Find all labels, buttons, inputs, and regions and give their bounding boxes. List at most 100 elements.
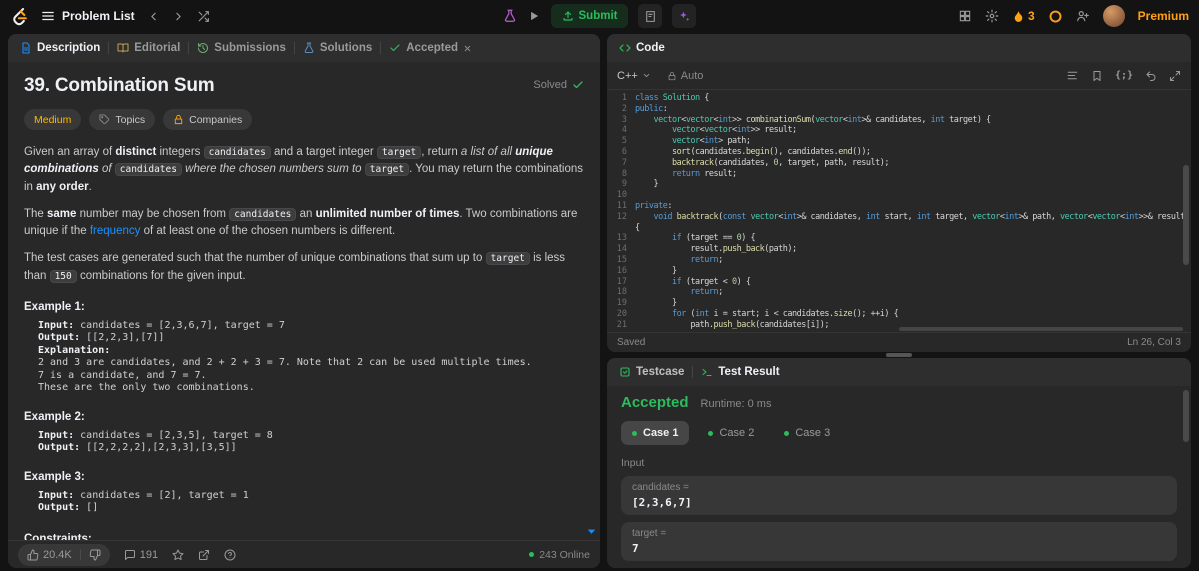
- fullscreen-icon[interactable]: [1169, 70, 1181, 82]
- code-line[interactable]: {: [607, 223, 1191, 234]
- code-line[interactable]: 4 vector<vector<int>> result;: [607, 125, 1191, 136]
- topics-badge[interactable]: Topics: [89, 109, 156, 130]
- code-line[interactable]: 1 class Solution {: [607, 93, 1191, 104]
- editor-vertical-scrollbar[interactable]: [1183, 165, 1189, 265]
- star-icon: [172, 549, 184, 560]
- code-editor[interactable]: 1 class Solution {2 public: 3 vector<vector…: [607, 90, 1191, 332]
- user-avatar[interactable]: [1102, 5, 1125, 27]
- streak-count: 3: [1027, 9, 1035, 23]
- bookmark-icon[interactable]: [1091, 70, 1103, 82]
- tab-solutions[interactable]: Solutions: [303, 42, 372, 54]
- code-line[interactable]: 17 if (target < 0) {: [607, 277, 1191, 288]
- auto-toggle[interactable]: Auto: [667, 70, 703, 82]
- code-line[interactable]: 20 for (int i = start; i < candidates.si…: [607, 309, 1191, 320]
- scroll-down-indicator[interactable]: [586, 526, 597, 537]
- ai-assistant-button[interactable]: [672, 4, 697, 28]
- settings-button[interactable]: [985, 9, 999, 23]
- field-value: [2,3,6,7]: [632, 496, 692, 509]
- layout-button[interactable]: [958, 9, 972, 23]
- run-button[interactable]: [527, 9, 541, 23]
- inline-code-chip: candidates: [114, 163, 182, 177]
- code-line[interactable]: 7 backtrack(candidates, 0, target, path,…: [607, 158, 1191, 169]
- code-line[interactable]: 2 public:: [607, 104, 1191, 115]
- code-line[interactable]: 5 vector<int> path;: [607, 136, 1191, 147]
- text-span: Input:: [38, 429, 81, 441]
- share-button[interactable]: [198, 549, 210, 561]
- code-line[interactable]: 15 return;: [607, 255, 1191, 266]
- code-line[interactable]: 3 vector<vector<int>> combinationSum(vec…: [607, 115, 1191, 126]
- example-block: Input: candidates = [2], target = 1 Outpu…: [24, 490, 584, 515]
- notes-button[interactable]: [638, 4, 663, 28]
- next-problem-button[interactable]: [172, 10, 185, 23]
- code-line[interactable]: 16 }: [607, 266, 1191, 277]
- line-number: 14: [616, 244, 627, 255]
- close-tab-icon[interactable]: [463, 44, 472, 53]
- tab-test-result[interactable]: Test Result: [701, 366, 780, 378]
- dislike-button[interactable]: [89, 549, 101, 561]
- topbar-right: 3 Premium: [958, 5, 1189, 27]
- tab-code[interactable]: Code: [619, 42, 665, 54]
- code-line[interactable]: 11 private:: [607, 201, 1191, 212]
- code-line[interactable]: 12 void backtrack(const vector<int>& can…: [607, 212, 1191, 223]
- thumbs-down-icon: [89, 549, 101, 560]
- invite-button[interactable]: [1076, 9, 1090, 23]
- code-line[interactable]: 18 return;: [607, 287, 1191, 298]
- inline-code-chip: 150: [49, 269, 77, 283]
- chevron-left-icon: [150, 12, 156, 20]
- testcase-field[interactable]: target = 7: [621, 522, 1177, 561]
- reset-code-icon[interactable]: [1145, 70, 1157, 82]
- leetcode-logo[interactable]: [10, 7, 29, 26]
- tab-accepted[interactable]: Accepted: [389, 42, 472, 54]
- tab-submissions[interactable]: Submissions: [197, 42, 286, 54]
- timer-button[interactable]: [1048, 9, 1063, 24]
- like-count: 20.4K: [43, 548, 72, 561]
- premium-link[interactable]: Premium: [1138, 9, 1189, 23]
- code-line[interactable]: 13 if (target == 0) {: [607, 233, 1191, 244]
- code-line[interactable]: 6 sort(candidates.begin(), candidates.en…: [607, 147, 1191, 158]
- chevron-right-icon: [175, 12, 181, 20]
- help-button[interactable]: [224, 549, 236, 561]
- like-button[interactable]: 20.4K: [27, 549, 72, 561]
- problem-list-button[interactable]: Problem List: [41, 9, 135, 23]
- lock-icon: [174, 114, 183, 125]
- debug-button[interactable]: [503, 9, 517, 23]
- tab-description[interactable]: Description: [20, 42, 100, 54]
- language-selector[interactable]: C++: [617, 70, 651, 82]
- braces-icon[interactable]: {;}: [1115, 70, 1133, 81]
- shuffle-button[interactable]: [197, 10, 210, 23]
- text-span: a list of all: [460, 146, 516, 158]
- favorite-button[interactable]: [172, 549, 184, 561]
- tab-testcase[interactable]: Testcase: [619, 366, 684, 378]
- streak-button[interactable]: 3: [1012, 9, 1035, 23]
- code-line[interactable]: 19 }: [607, 298, 1191, 309]
- testcase-field[interactable]: candidates = [2,3,6,7]: [621, 476, 1177, 515]
- saved-status: Saved: [617, 337, 646, 348]
- submit-button[interactable]: Submit: [550, 4, 629, 28]
- topbar-left: Problem List: [10, 7, 210, 26]
- case-label: Case 2: [719, 427, 755, 439]
- code-line[interactable]: 14 result.push_back(path);: [607, 244, 1191, 255]
- case-tab[interactable]: Case 1: [621, 421, 690, 445]
- tab-editorial[interactable]: Editorial: [117, 42, 180, 54]
- editor-horizontal-scrollbar[interactable]: [899, 327, 1183, 331]
- code-line[interactable]: 9 }: [607, 179, 1191, 190]
- menu-icon: [42, 11, 54, 21]
- comments-button[interactable]: 191: [124, 549, 158, 561]
- test-result-body: Accepted Runtime: 0 ms Case 1 Case 2 Case …: [607, 386, 1191, 568]
- case-tab[interactable]: Case 2: [697, 421, 765, 445]
- prev-problem-button[interactable]: [147, 10, 160, 23]
- companies-badge[interactable]: Companies: [163, 109, 253, 130]
- format-icon[interactable]: [1066, 69, 1079, 82]
- text-span: The: [24, 207, 48, 220]
- upload-icon: [562, 11, 573, 21]
- panel-resize-handle[interactable]: [886, 353, 912, 357]
- description-footer: 20.4K 191 243 Online: [8, 540, 600, 568]
- difficulty-badge[interactable]: Medium: [24, 109, 82, 130]
- frequency-link[interactable]: frequency: [90, 225, 141, 237]
- code-line[interactable]: 8 return result;: [607, 169, 1191, 180]
- result-scrollbar[interactable]: [1183, 390, 1189, 442]
- text-span: any order: [36, 180, 89, 193]
- text-span: integers: [156, 146, 204, 158]
- code-line[interactable]: 10: [607, 190, 1191, 201]
- case-tab[interactable]: Case 3: [773, 421, 841, 445]
